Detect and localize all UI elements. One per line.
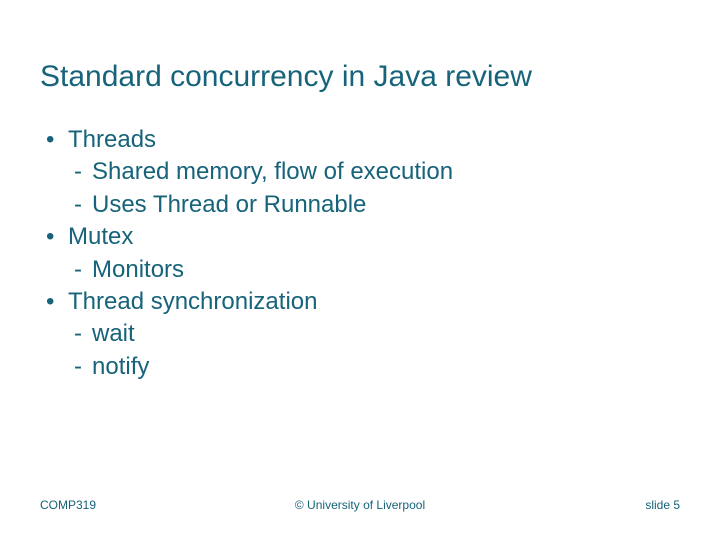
footer-center: © University of Liverpool	[295, 498, 425, 512]
sub-item: - Uses Thread or Runnable	[40, 189, 680, 221]
footer-left: COMP319	[40, 498, 96, 512]
slide-title: Standard concurrency in Java review	[40, 60, 680, 94]
sub-label: Monitors	[92, 254, 680, 286]
bullet-item: • Mutex	[40, 221, 680, 253]
bullet-dot-icon: •	[40, 221, 68, 253]
sub-label: wait	[92, 318, 680, 350]
bullet-label: Threads	[68, 124, 680, 156]
sub-label: Shared memory, flow of execution	[92, 156, 680, 188]
slide-content: • Threads - Shared memory, flow of execu…	[40, 124, 680, 383]
bullet-label: Thread synchronization	[68, 286, 680, 318]
sub-item: - Monitors	[40, 254, 680, 286]
sub-label: Uses Thread or Runnable	[92, 189, 680, 221]
sub-item: - notify	[40, 351, 680, 383]
bullet-label: Mutex	[68, 221, 680, 253]
sub-label: notify	[92, 351, 680, 383]
dash-icon: -	[74, 351, 92, 383]
footer-right: slide 5	[645, 498, 680, 512]
dash-icon: -	[74, 254, 92, 286]
dash-icon: -	[74, 156, 92, 188]
bullet-dot-icon: •	[40, 286, 68, 318]
bullet-item: • Thread synchronization	[40, 286, 680, 318]
slide: Standard concurrency in Java review • Th…	[0, 0, 720, 540]
dash-icon: -	[74, 318, 92, 350]
bullet-dot-icon: •	[40, 124, 68, 156]
slide-footer: COMP319 © University of Liverpool slide …	[0, 498, 720, 512]
dash-icon: -	[74, 189, 92, 221]
sub-item: - wait	[40, 318, 680, 350]
bullet-item: • Threads	[40, 124, 680, 156]
sub-item: - Shared memory, flow of execution	[40, 156, 680, 188]
